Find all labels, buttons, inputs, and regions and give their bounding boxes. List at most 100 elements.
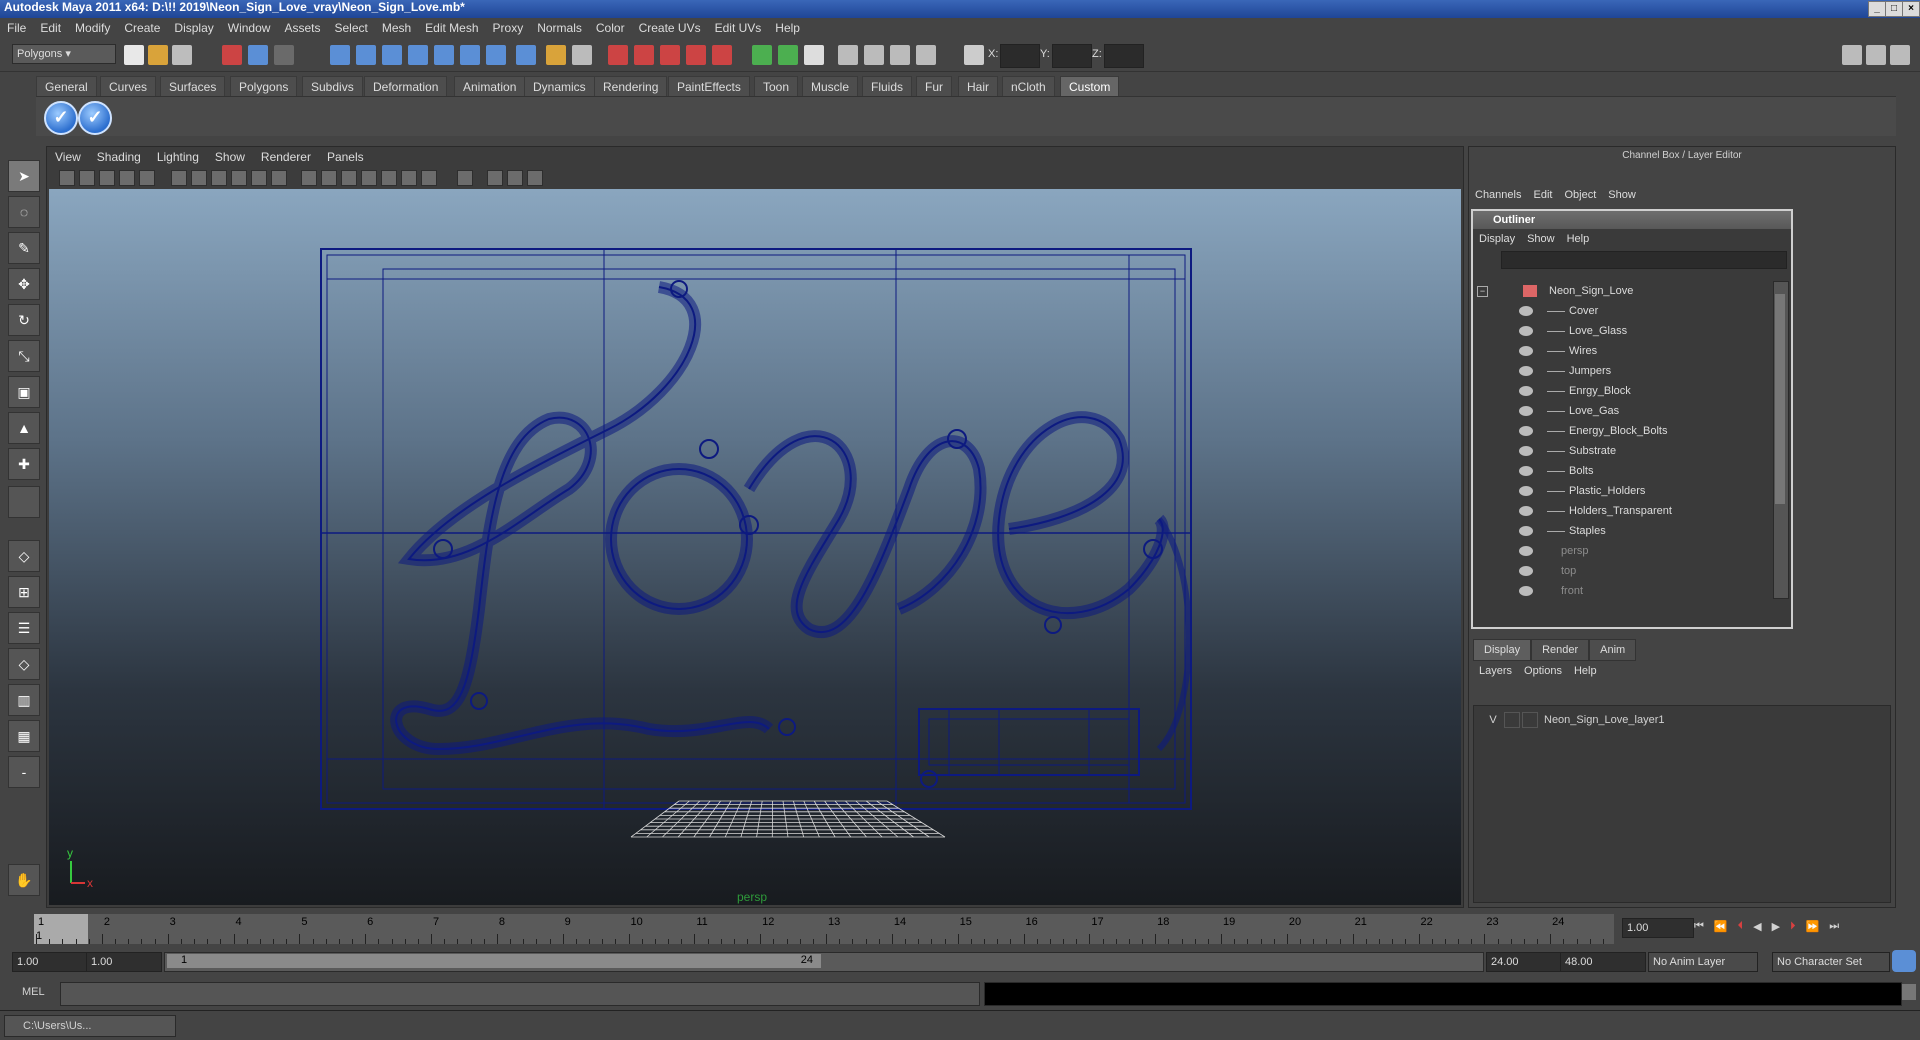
menu-set-select[interactable]: Polygons ▾: [12, 44, 116, 64]
script-editor-icon[interactable]: [1902, 984, 1916, 1000]
grid-toggle-icon[interactable]: [804, 45, 824, 65]
menu-proxy[interactable]: Proxy: [486, 21, 531, 35]
outliner-menu-display[interactable]: Display: [1473, 229, 1521, 249]
range-slider-track[interactable]: 1 24: [164, 952, 1484, 972]
quick-layout-icon[interactable]: ✋: [8, 864, 40, 896]
shelf-tab-hair[interactable]: Hair: [958, 76, 999, 98]
shelf-check-button-1[interactable]: ✓: [44, 101, 78, 135]
toggle-attribute-editor-icon[interactable]: [1842, 45, 1862, 65]
outliner-item[interactable]: Plastic_Holders: [1473, 481, 1771, 501]
y-field[interactable]: [1052, 44, 1092, 68]
end-time-field[interactable]: 48.00: [1560, 952, 1646, 972]
outliner-item[interactable]: Bolts: [1473, 461, 1771, 481]
smooth-shade-icon[interactable]: [321, 170, 337, 186]
wireframe-toggle-icon[interactable]: [890, 45, 910, 65]
layout-custom-icon[interactable]: ▦: [8, 720, 40, 752]
command-language-label[interactable]: MEL: [22, 986, 45, 998]
xray-icon[interactable]: [864, 45, 884, 65]
layer-playback-toggle[interactable]: [1504, 712, 1520, 728]
image-plane-toggle-icon[interactable]: [119, 170, 135, 186]
layer-visibility-toggle[interactable]: V: [1486, 714, 1500, 726]
select-tool-icon[interactable]: ➤: [8, 160, 40, 192]
shelf-tab-painteffects[interactable]: PaintEffects: [668, 76, 750, 98]
outliner-menu-show[interactable]: Show: [1521, 229, 1561, 249]
shelf-tab-fur[interactable]: Fur: [916, 76, 952, 98]
grid-view-icon[interactable]: [139, 170, 155, 186]
vp-menu-renderer[interactable]: Renderer: [253, 147, 319, 167]
play-forward-icon[interactable]: ▶: [1772, 920, 1780, 933]
step-back-key-icon[interactable]: ⏴: [1738, 920, 1744, 933]
layer-tab-render[interactable]: Render: [1531, 639, 1590, 661]
current-time-field[interactable]: 1.00: [1622, 918, 1694, 938]
outliner-item-root[interactable]: − Neon_Sign_Love: [1473, 281, 1771, 301]
menu-help[interactable]: Help: [768, 21, 807, 35]
outliner-item[interactable]: Cover: [1473, 301, 1771, 321]
step-forward-icon[interactable]: ⏩: [1806, 920, 1820, 933]
outliner-item[interactable]: Love_Glass: [1473, 321, 1771, 341]
select-object-icon[interactable]: [248, 45, 268, 65]
menu-window[interactable]: Window: [221, 21, 278, 35]
shelf-tab-fluids[interactable]: Fluids: [862, 76, 913, 98]
shelf-tab-custom[interactable]: Custom: [1060, 76, 1120, 98]
layout-hypershade-icon[interactable]: ▥: [8, 684, 40, 716]
maximize-button[interactable]: □: [1885, 1, 1903, 17]
absolute-transform-icon[interactable]: [964, 45, 984, 65]
shelf-tab-ncloth[interactable]: nCloth: [1002, 76, 1055, 98]
lock-icon[interactable]: [546, 45, 566, 65]
menu-display[interactable]: Display: [167, 21, 220, 35]
layer-row[interactable]: V Neon_Sign_Love_layer1: [1474, 710, 1890, 730]
hypershade-icon[interactable]: [686, 45, 706, 65]
use-default-light-icon[interactable]: [381, 170, 397, 186]
shelf-tab-curves[interactable]: Curves: [100, 76, 157, 98]
ipr-render-icon[interactable]: [634, 45, 654, 65]
save-scene-icon[interactable]: [172, 45, 192, 65]
soft-mod-tool-icon[interactable]: ▲: [8, 412, 40, 444]
start-time-field[interactable]: 1.00: [12, 952, 88, 972]
camera-lock-icon[interactable]: [79, 170, 95, 186]
resolution-gate-icon[interactable]: [191, 170, 207, 186]
layer-tab-anim[interactable]: Anim: [1589, 639, 1637, 661]
menu-assets[interactable]: Assets: [277, 21, 327, 35]
help-icon[interactable]: [516, 45, 536, 65]
layer-menu-options[interactable]: Options: [1518, 661, 1568, 681]
rotate-tool-icon[interactable]: ↻: [8, 304, 40, 336]
wireframe-on-shaded-icon[interactable]: [341, 170, 357, 186]
layer-color-swatch[interactable]: [1522, 712, 1538, 728]
perspective-viewport[interactable]: y x persp: [49, 189, 1461, 905]
layout-graph-icon[interactable]: ◇: [8, 648, 40, 680]
xray-toggle-icon[interactable]: [487, 170, 503, 186]
layout-single-icon[interactable]: ◇: [8, 540, 40, 572]
vp-menu-shading[interactable]: Shading: [89, 147, 149, 167]
cb-menu-show[interactable]: Show: [1602, 185, 1642, 205]
minimized-window[interactable]: C:\Users\Us...: [4, 1015, 176, 1037]
outliner-scrollbar[interactable]: [1773, 281, 1789, 599]
outliner-menu-help[interactable]: Help: [1561, 229, 1596, 249]
outliner-item[interactable]: Substrate: [1473, 441, 1771, 461]
outliner-item[interactable]: Wires: [1473, 341, 1771, 361]
manipulator-tool-icon[interactable]: ▣: [8, 376, 40, 408]
shelf-tab-muscle[interactable]: Muscle: [802, 76, 859, 98]
open-scene-icon[interactable]: [148, 45, 168, 65]
x-field[interactable]: [1000, 44, 1040, 68]
render-view-icon[interactable]: [712, 45, 732, 65]
playback-start-field[interactable]: 1.00: [86, 952, 162, 972]
texture-toggle-icon[interactable]: [916, 45, 936, 65]
auto-key-icon[interactable]: [1892, 950, 1916, 972]
toggle-tool-settings-icon[interactable]: [1866, 45, 1886, 65]
shelf-tab-subdivs[interactable]: Subdivs: [302, 76, 363, 98]
outliner-item[interactable]: Jumpers: [1473, 361, 1771, 381]
safe-action-icon[interactable]: [251, 170, 267, 186]
z-field[interactable]: [1104, 44, 1144, 68]
shelf-tab-general[interactable]: General: [36, 76, 97, 98]
snap-live-icon[interactable]: [434, 45, 454, 65]
snap-grid-icon[interactable]: [330, 45, 350, 65]
paint-select-tool-icon[interactable]: ✎: [8, 232, 40, 264]
menu-file[interactable]: File: [0, 21, 33, 35]
menu-edit-uvs[interactable]: Edit UVs: [708, 21, 769, 35]
move-tool-icon[interactable]: ✥: [8, 268, 40, 300]
shadows-icon[interactable]: [401, 170, 417, 186]
shelf-tab-rendering[interactable]: Rendering: [594, 76, 668, 98]
command-input[interactable]: [60, 982, 980, 1006]
shelf-tab-toon[interactable]: Toon: [754, 76, 799, 98]
new-scene-icon[interactable]: [124, 45, 144, 65]
